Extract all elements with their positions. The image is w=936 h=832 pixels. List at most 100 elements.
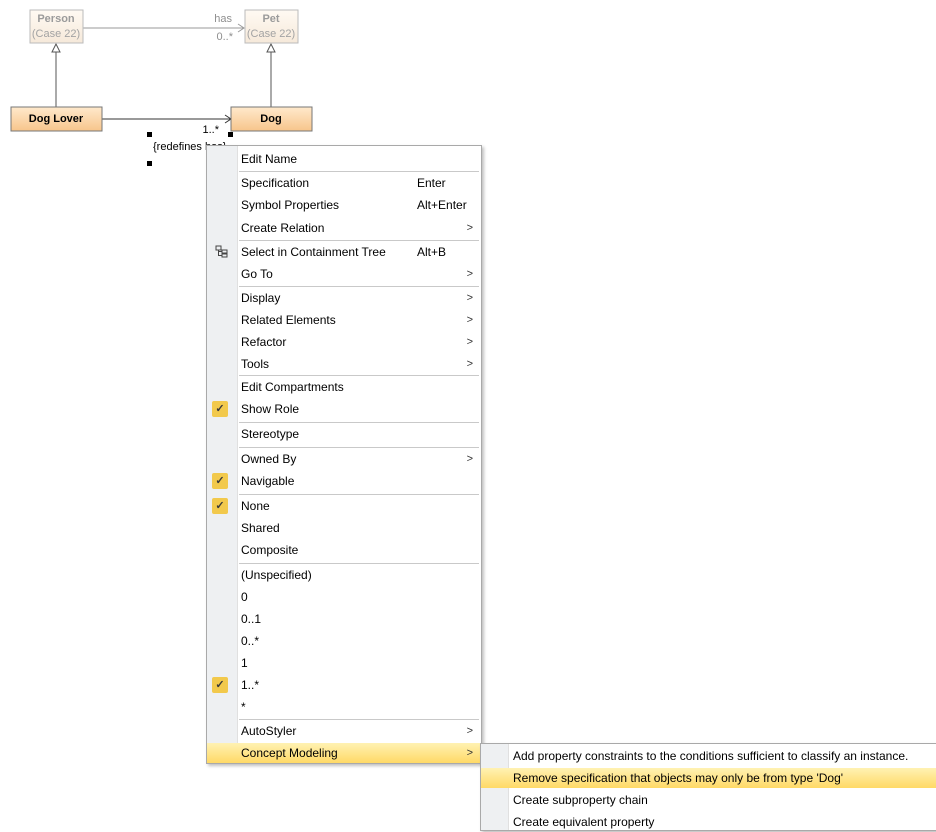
menu-item-navigable[interactable]: ✓ Navigable [207, 471, 481, 491]
menu-item-label: Symbol Properties [241, 198, 340, 212]
menu-item-go-to[interactable]: Go To > [207, 264, 481, 284]
menu-item-1[interactable]: 1 [207, 653, 481, 673]
submenu-item-4[interactable]: Create equivalent property [481, 812, 936, 832]
menu-separator [239, 171, 479, 172]
menu-item-0[interactable]: 0..* [207, 631, 481, 651]
menu-item-label: 1 [241, 656, 248, 670]
submenu-arrow-icon: > [466, 747, 473, 759]
selection-handle[interactable] [228, 132, 233, 137]
menu-item-0[interactable]: 0 [207, 587, 481, 607]
menu-separator [239, 494, 479, 495]
menu-item-autostyler[interactable]: AutoStyler > [207, 721, 481, 741]
menu-item-label: 0..1 [241, 612, 262, 626]
menu-item-label: Go To [241, 267, 273, 281]
menu-item-tools[interactable]: Tools > [207, 354, 481, 374]
menu-item-create-relation[interactable]: Create Relation > [207, 218, 481, 238]
submenu-item-label: Create subproperty chain [513, 793, 648, 807]
menu-item-shared[interactable]: Shared [207, 518, 481, 538]
menu-item-related-elements[interactable]: Related Elements > [207, 310, 481, 330]
doglover-generalization[interactable] [51, 42, 61, 110]
containment-tree-icon [215, 245, 228, 258]
submenu-arrow-icon: > [466, 453, 473, 465]
menu-item-show-role[interactable]: ✓ Show Role [207, 399, 481, 419]
menu-item-shortcut: Alt+B [417, 245, 447, 259]
assoc-has-label: has [214, 13, 232, 25]
menu-item-label: Shared [241, 521, 280, 535]
menu-item-label: Refactor [241, 335, 287, 349]
assoc-dog-multiplicity: 1..* [202, 124, 219, 136]
menu-item-0-1[interactable]: 0..1 [207, 609, 481, 629]
class-dog-lover-name: Dog Lover [29, 113, 84, 125]
class-dog-name: Dog [260, 113, 281, 125]
menu-separator [239, 719, 479, 720]
menu-item-select-in-containment-tree[interactable]: Select in Containment Tree Alt+B [207, 242, 481, 262]
checkmark-icon: ✓ [212, 401, 228, 417]
submenu-arrow-icon: > [466, 358, 473, 370]
selection-handle[interactable] [147, 161, 152, 166]
submenu-item-label: Remove specification that objects may on… [513, 771, 844, 785]
submenu-item-1[interactable]: Add property constraints to the conditio… [481, 746, 936, 766]
menu-separator [239, 286, 479, 287]
menu-item-label: 1..* [241, 678, 260, 692]
submenu-arrow-icon: > [466, 725, 473, 737]
menu-item-unspecified[interactable]: (Unspecified) [207, 565, 481, 585]
menu-item-item[interactable]: * [207, 697, 481, 717]
menu-item-label: None [241, 499, 270, 513]
context-menu[interactable]: Edit Name Specification Enter Symbol Proper… [206, 145, 482, 764]
menu-item-shortcut: Enter [417, 176, 446, 190]
submenu-item-2[interactable]: Remove specification that objects may on… [481, 768, 936, 788]
menu-item-none[interactable]: ✓ None [207, 496, 481, 516]
submenu-item-label: Create equivalent property [513, 815, 655, 829]
assoc-has-multiplicity: 0..* [216, 31, 233, 43]
submenu-arrow-icon: > [466, 222, 473, 234]
menu-item-stereotype[interactable]: Stereotype [207, 424, 481, 444]
menu-separator [239, 240, 479, 241]
menu-item-shortcut: Alt+Enter [417, 198, 467, 212]
submenu-arrow-icon: > [466, 292, 473, 304]
class-person[interactable]: Person (Case 22) [29, 9, 84, 44]
doglover-dog-association[interactable] [102, 114, 232, 124]
menu-item-label: Concept Modeling [241, 746, 338, 760]
submenu-arrow-icon: > [466, 268, 473, 280]
selection-handle[interactable] [147, 132, 152, 137]
menu-item-label: (Unspecified) [241, 568, 312, 582]
menu-item-label: Owned By [241, 452, 297, 466]
class-dog-lover[interactable]: Dog Lover [10, 106, 103, 132]
checkmark-icon: ✓ [212, 498, 228, 514]
class-pet-case: (Case 22) [247, 28, 295, 40]
menu-separator [239, 375, 479, 376]
menu-item-edit-compartments[interactable]: Edit Compartments [207, 377, 481, 397]
menu-item-label: Edit Compartments [241, 380, 344, 394]
menu-item-label: * [241, 700, 246, 714]
menu-item-specification[interactable]: Specification Enter [207, 173, 481, 193]
concept-modeling-submenu[interactable]: Add property constraints to the conditio… [480, 743, 936, 831]
menu-item-1[interactable]: ✓ 1..* [207, 675, 481, 695]
submenu-arrow-icon: > [466, 314, 473, 326]
menu-item-refactor[interactable]: Refactor > [207, 332, 481, 352]
menu-item-label: 0 [241, 590, 248, 604]
menu-item-edit-name[interactable]: Edit Name [207, 149, 481, 169]
class-person-case: (Case 22) [32, 28, 80, 40]
menu-item-label: Related Elements [241, 313, 336, 327]
menu-item-concept-modeling[interactable]: Concept Modeling > [207, 743, 481, 763]
menu-item-label: Select in Containment Tree [241, 245, 386, 259]
class-dog[interactable]: Dog [230, 106, 313, 132]
dog-generalization[interactable] [266, 42, 276, 110]
class-pet[interactable]: Pet (Case 22) [244, 9, 299, 44]
menu-item-owned-by[interactable]: Owned By > [207, 449, 481, 469]
menu-item-label: Display [241, 291, 281, 305]
class-pet-name: Pet [262, 13, 279, 25]
menu-item-label: Stereotype [241, 427, 300, 441]
menu-item-label: 0..* [241, 634, 260, 648]
menu-separator [239, 563, 479, 564]
checkmark-icon: ✓ [212, 473, 228, 489]
menu-item-composite[interactable]: Composite [207, 540, 481, 560]
menu-item-symbol-properties[interactable]: Symbol Properties Alt+Enter [207, 195, 481, 215]
checkmark-icon: ✓ [212, 677, 228, 693]
menu-item-label: Create Relation [241, 221, 325, 235]
menu-separator [239, 447, 479, 448]
submenu-item-3[interactable]: Create subproperty chain [481, 790, 936, 810]
class-person-name: Person [37, 13, 75, 25]
menu-separator [239, 422, 479, 423]
menu-item-display[interactable]: Display > [207, 288, 481, 308]
